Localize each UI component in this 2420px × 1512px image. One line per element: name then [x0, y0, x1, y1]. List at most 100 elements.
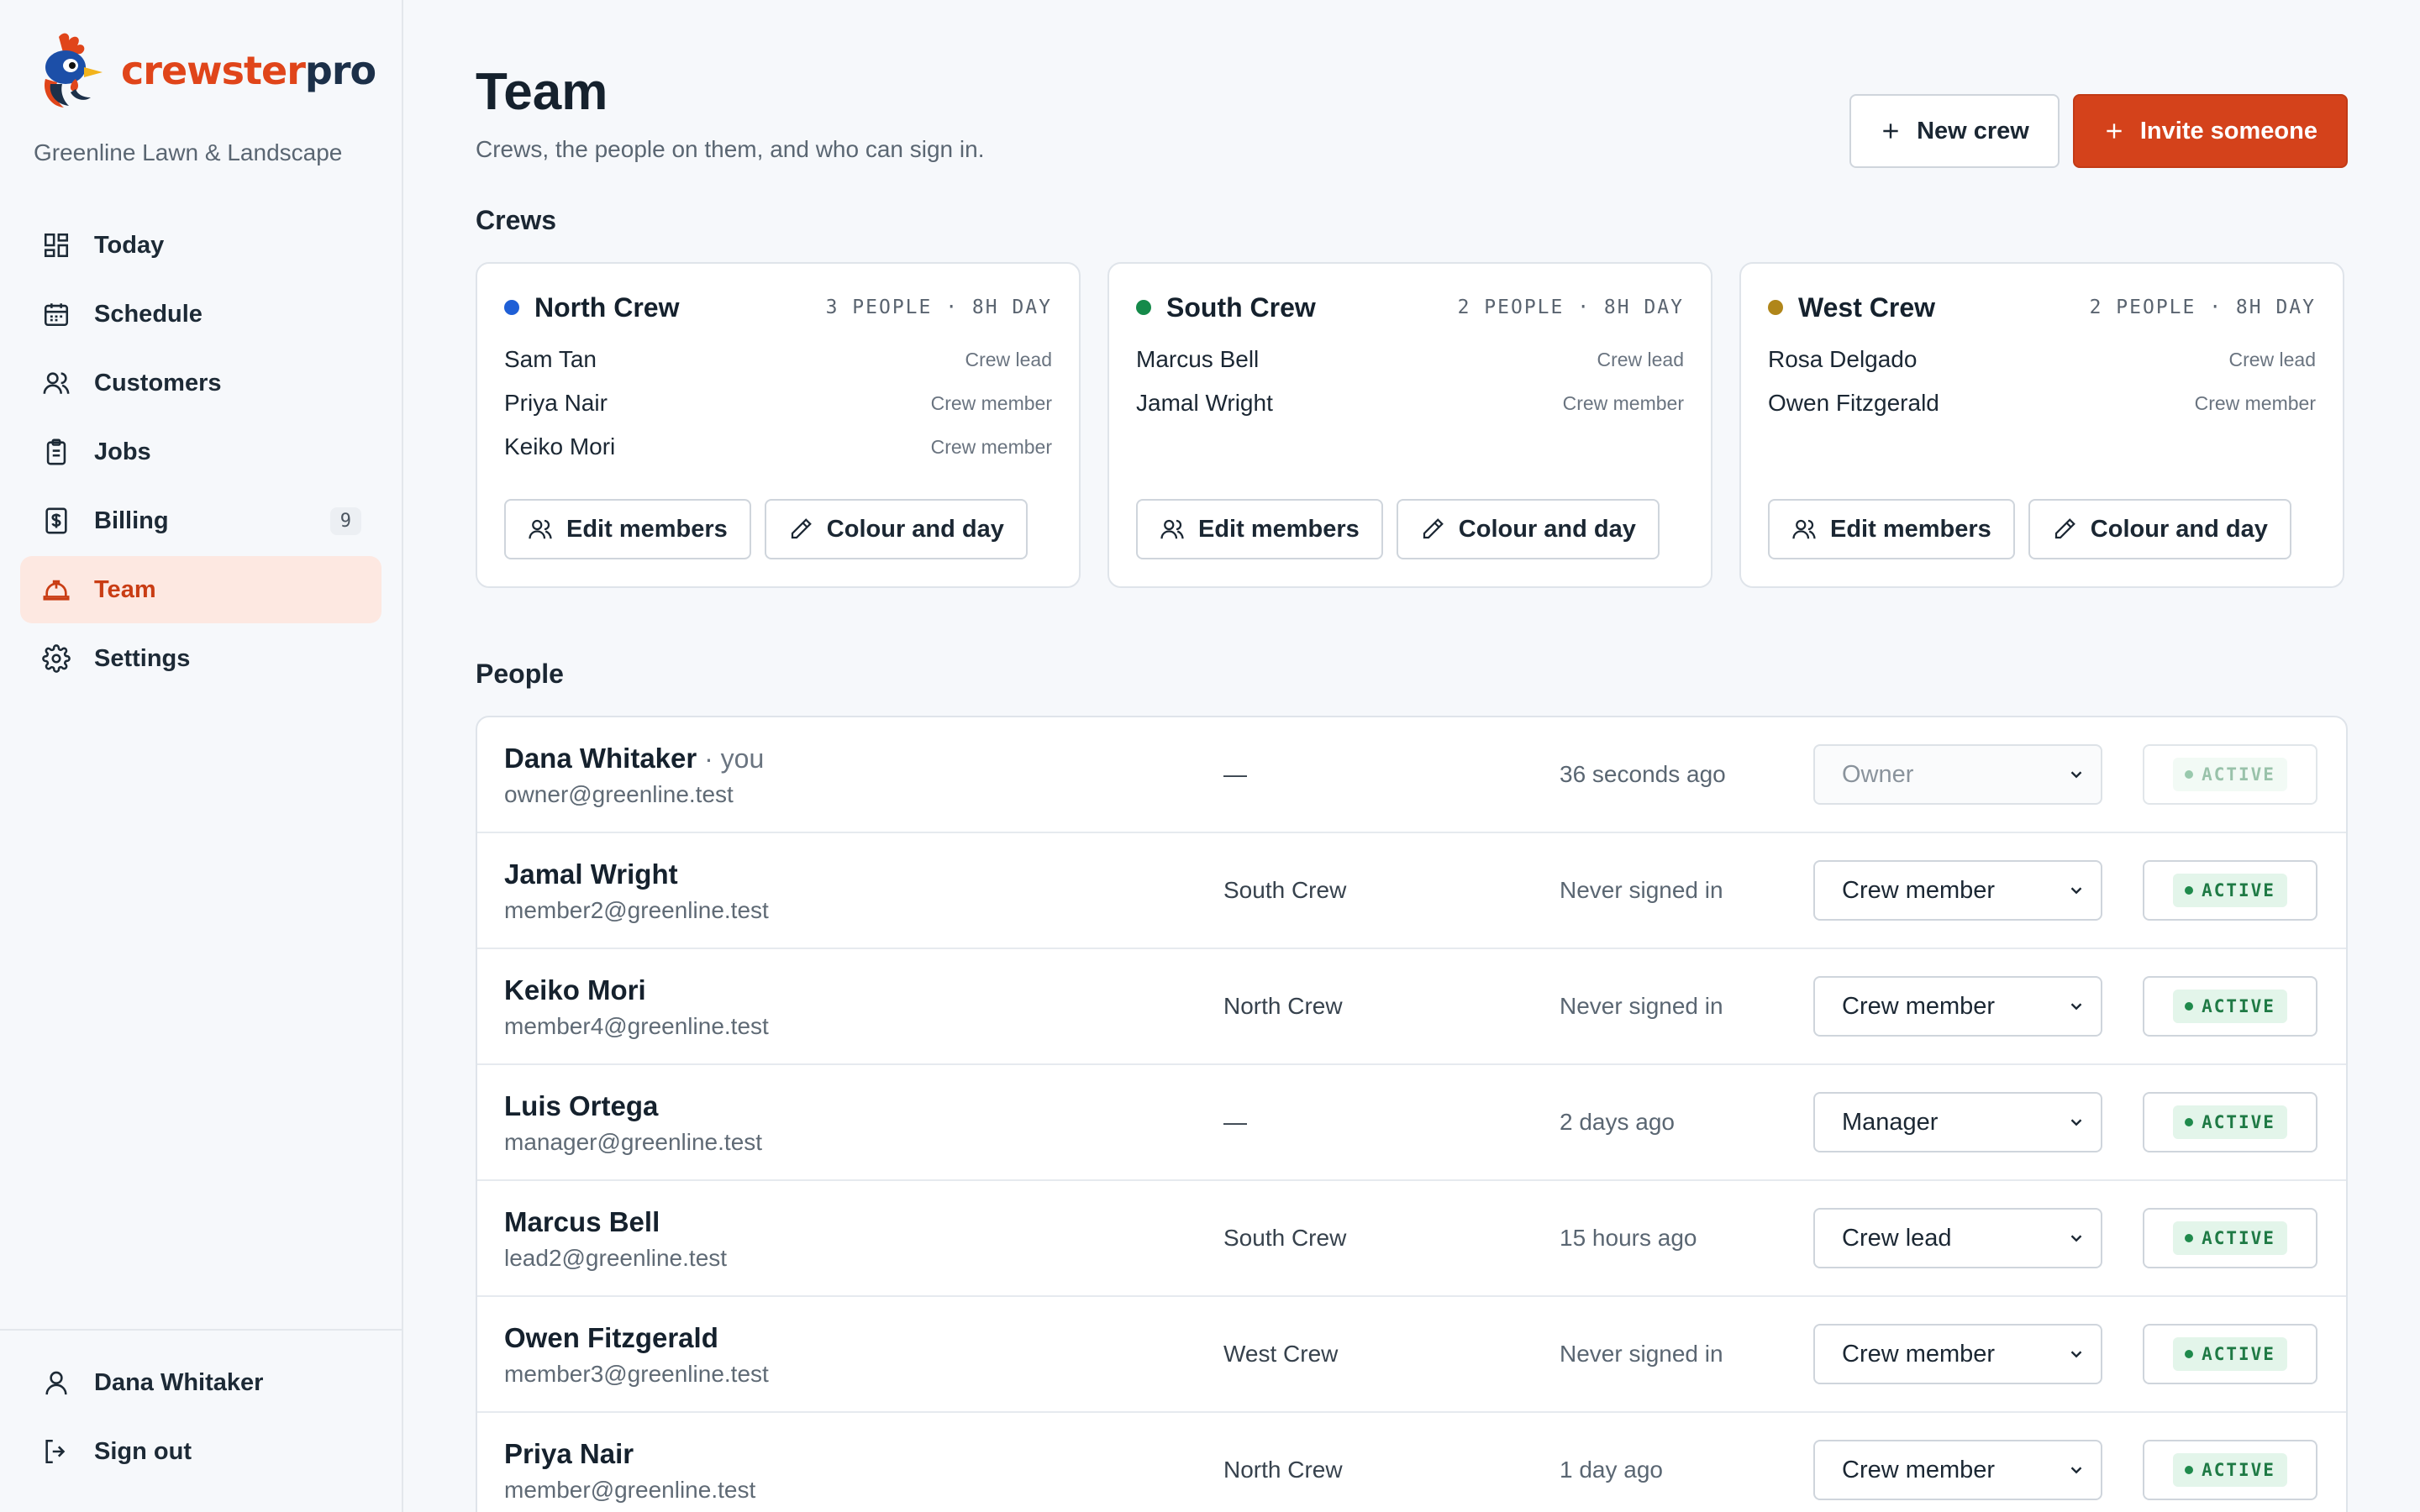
sign-out-button[interactable]: Sign out — [20, 1418, 381, 1485]
colour-and-day-button[interactable]: Colour and day — [2028, 499, 2291, 559]
person-row: Keiko Mori member4@greenline.test North … — [477, 949, 2346, 1065]
crew-actions: Edit members Colour and day — [1136, 499, 1660, 559]
colour-and-day-button[interactable]: Colour and day — [764, 499, 1028, 559]
invite-someone-button[interactable]: Invite someone — [2072, 94, 2348, 168]
person-last-seen: 36 seconds ago — [1560, 761, 1726, 787]
billing-count-badge: 9 — [329, 507, 361, 535]
role-select[interactable]: Crew member — [1813, 860, 2102, 921]
role-value: Crew member — [1842, 1340, 1996, 1368]
crew-card: North Crew 3 PEOPLE · 8H DAY Sam Tan Crew… — [476, 262, 1081, 588]
person-row: Marcus Bell lead2@greenline.test South C… — [477, 1181, 2346, 1297]
brand[interactable]: crewsterpro — [34, 30, 376, 111]
member-role: Crew lead — [2228, 348, 2316, 370]
edit-members-button[interactable]: Edit members — [504, 499, 751, 559]
person-row: Owen Fitzgerald member3@greenline.test W… — [477, 1297, 2346, 1413]
crew-member: Rosa Delgado Crew lead — [1768, 338, 2316, 381]
nav-item-customers[interactable]: Customers — [20, 349, 381, 417]
user-profile[interactable]: Dana Whitaker — [20, 1349, 381, 1416]
crew-member-list: Sam Tan Crew lead Priya Nair Crew member K… — [504, 338, 1052, 469]
status-toggle[interactable]: ACTIVE — [2143, 1440, 2317, 1500]
member-role: Crew lead — [1597, 348, 1684, 370]
role-select[interactable]: Crew member — [1813, 976, 2102, 1037]
crew-meta: 3 PEOPLE · 8H DAY — [825, 297, 1052, 318]
person-identity: Keiko Mori member4@greenline.test — [504, 974, 769, 1040]
status-toggle[interactable]: ACTIVE — [2143, 976, 2317, 1037]
status-badge: ACTIVE — [2173, 1453, 2287, 1487]
person-last-seen: 1 day ago — [1560, 1457, 1663, 1483]
role-select[interactable]: Crew member — [1813, 1440, 2102, 1500]
chevron-down-icon — [2067, 1461, 2086, 1479]
pencil-icon — [2052, 517, 2077, 542]
chevron-down-icon — [2067, 1345, 2086, 1363]
member-name: Owen Fitzgerald — [1768, 390, 1939, 416]
status-dot — [2185, 1350, 2194, 1358]
role-select[interactable]: Crew member — [1813, 1324, 2102, 1384]
member-role: Crew member — [1562, 391, 1684, 414]
status-toggle[interactable]: ACTIVE — [2143, 1208, 2317, 1268]
nav-item-billing[interactable]: Billing 9 — [20, 487, 381, 554]
member-role: Crew member — [930, 435, 1052, 458]
status-badge: ACTIVE — [2173, 1221, 2287, 1255]
nav-item-settings[interactable]: Settings — [20, 625, 381, 692]
header-actions: New crew Invite someone — [1849, 94, 2348, 168]
person-identity: Luis Ortega manager@greenline.test — [504, 1090, 762, 1156]
person-identity: Priya Nair member@greenline.test — [504, 1438, 755, 1504]
crew-name: West Crew — [1798, 291, 1936, 323]
person-identity: Jamal Wright member2@greenline.test — [504, 858, 769, 924]
people-heading: People — [476, 659, 564, 689]
users-icon — [1160, 517, 1185, 542]
colour-and-day-button[interactable]: Colour and day — [1396, 499, 1660, 559]
member-name: Marcus Bell — [1136, 346, 1260, 372]
person-crew: South Crew — [1223, 877, 1347, 903]
main-nav: Today Schedule Customers Jobs Billing 9 … — [20, 212, 381, 694]
nav-item-jobs[interactable]: Jobs — [20, 418, 381, 486]
person-email: manager@greenline.test — [504, 1129, 763, 1155]
crew-card: South Crew 2 PEOPLE · 8H DAY Marcus Bell… — [1107, 262, 1712, 588]
user-icon — [40, 1367, 72, 1399]
pencil-icon — [788, 517, 813, 542]
you-tag: · you — [697, 743, 765, 774]
plus-icon — [2103, 120, 2125, 142]
page-title: Team — [476, 63, 608, 121]
edit-members-button[interactable]: Edit members — [1136, 499, 1383, 559]
crew-member — [1768, 425, 2316, 469]
member-role: Crew lead — [965, 348, 1052, 370]
nav-label: Billing — [94, 507, 169, 534]
status-label: ACTIVE — [2202, 1112, 2275, 1132]
status-toggle[interactable]: ACTIVE — [2143, 860, 2317, 921]
nav-label: Settings — [94, 644, 191, 672]
status-dot — [2185, 1002, 2194, 1011]
new-crew-button[interactable]: New crew — [1849, 94, 2060, 168]
edit-members-button[interactable]: Edit members — [1768, 499, 2015, 559]
nav-item-today[interactable]: Today — [20, 212, 381, 279]
status-label: ACTIVE — [2202, 764, 2275, 785]
crew-meta: 2 PEOPLE · 8H DAY — [2089, 297, 2316, 318]
nav-item-team[interactable]: Team — [20, 556, 381, 623]
status-toggle[interactable]: ACTIVE — [2143, 1324, 2317, 1384]
nav-label: Today — [94, 231, 165, 259]
status-badge: ACTIVE — [2173, 1337, 2287, 1371]
invite-label: Invite someone — [2139, 117, 2317, 144]
role-value: Manager — [1842, 1108, 1939, 1136]
chevron-down-icon — [2067, 997, 2086, 1016]
colour-and-day-label: Colour and day — [826, 515, 1004, 543]
brand-name: crewsterpro — [121, 48, 376, 93]
role-select[interactable]: Crew lead — [1813, 1208, 2102, 1268]
person-identity: Dana Whitaker · you owner@greenline.test — [504, 743, 764, 808]
edit-members-label: Edit members — [566, 515, 728, 543]
crew-actions: Edit members Colour and day — [1768, 499, 2291, 559]
status-label: ACTIVE — [2202, 996, 2275, 1016]
crew-card: West Crew 2 PEOPLE · 8H DAY Rosa Delgado… — [1739, 262, 2344, 588]
sign-out-label: Sign out — [94, 1437, 192, 1465]
crew-cards: North Crew 3 PEOPLE · 8H DAY Sam Tan Crew… — [476, 262, 2344, 588]
status-label: ACTIVE — [2202, 880, 2275, 900]
status-toggle[interactable]: ACTIVE — [2143, 1092, 2317, 1152]
person-email: member3@greenline.test — [504, 1361, 769, 1387]
person-name: Keiko Mori — [504, 974, 646, 1005]
nav-item-schedule[interactable]: Schedule — [20, 281, 381, 348]
crew-member: Priya Nair Crew member — [504, 381, 1052, 425]
colour-and-day-label: Colour and day — [1458, 515, 1636, 543]
users-icon — [528, 517, 553, 542]
member-role: Crew member — [2194, 391, 2316, 414]
role-select[interactable]: Manager — [1813, 1092, 2102, 1152]
